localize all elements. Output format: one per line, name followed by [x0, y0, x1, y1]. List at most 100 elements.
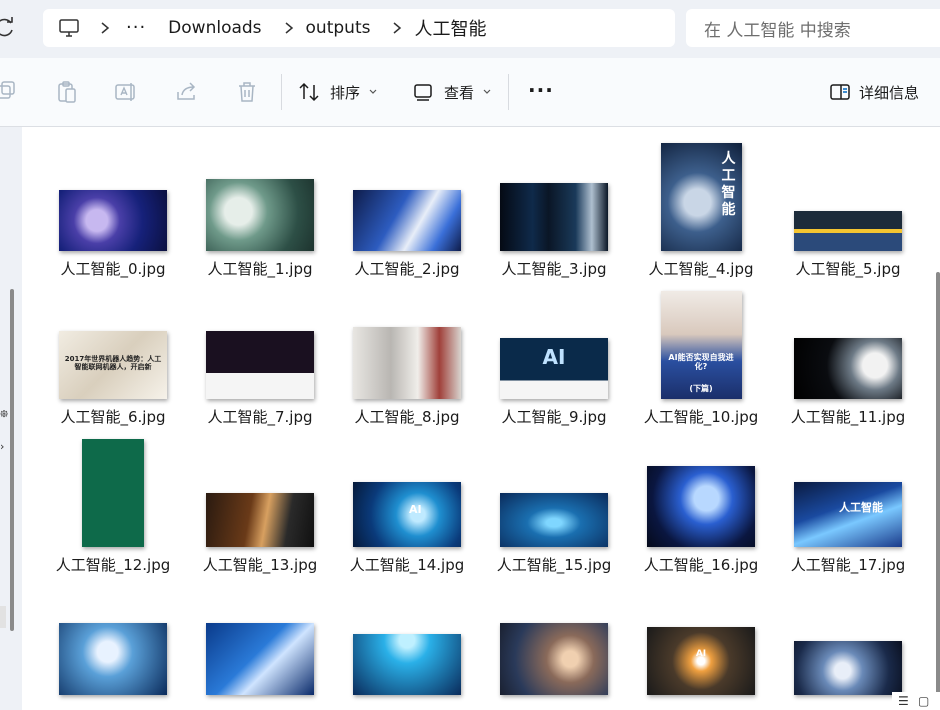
view-dropdown[interactable]: 查看	[412, 78, 492, 106]
thumbnail-caption: AI	[409, 503, 422, 516]
sort-label: 排序	[330, 83, 361, 102]
file-name: 人工智能_17.jpg	[790, 556, 906, 574]
thumbnail-caption: 2017年世界机器人趋势：人工智能联网机器人，开启新	[64, 355, 162, 372]
file-item[interactable]: AI能否实现自我进化? (下篇) 人工智能_10.jpg	[637, 287, 765, 427]
file-name: 人工智能_8.jpg	[354, 408, 460, 426]
file-item[interactable]: 人工智能_13.jpg	[196, 435, 324, 575]
thumbnail-caption-2: (下篇)	[689, 384, 713, 393]
image-thumbnail: AI	[353, 482, 461, 547]
chevron-right-icon	[393, 22, 402, 34]
view-toggle-bar: ☰ ▢	[892, 692, 940, 710]
breadcrumb-outputs[interactable]: outputs	[306, 18, 371, 38]
file-item[interactable]: AI 人工智能_14.jpg	[343, 435, 471, 575]
file-item[interactable]: 人工智能_1.jpg	[196, 139, 324, 279]
image-thumbnail	[59, 190, 167, 251]
file-name: 人工智能_11.jpg	[790, 408, 906, 426]
chevron-right-icon	[285, 22, 293, 34]
file-item[interactable]	[49, 583, 177, 710]
thumbnail-caption: AI	[542, 345, 566, 369]
image-thumbnail: AI	[647, 627, 755, 695]
nav-item[interactable]	[0, 606, 6, 628]
nav-expand-icon[interactable]: ›	[0, 440, 4, 453]
more-options-button[interactable]: ···	[528, 80, 554, 100]
file-item[interactable]: 人工智能_8.jpg	[343, 287, 471, 427]
file-name: 人工智能_2.jpg	[354, 260, 460, 278]
file-item[interactable]: 人工智能 人工智能_17.jpg	[784, 435, 912, 575]
sort-icon	[299, 82, 319, 102]
view-label: 查看	[444, 83, 475, 102]
image-thumbnail: 2017年世界机器人趋势：人工智能联网机器人，开启新	[59, 331, 167, 399]
image-thumbnail	[59, 623, 167, 695]
file-name: 人工智能_0.jpg	[60, 260, 166, 278]
file-name: 人工智能_15.jpg	[496, 556, 612, 574]
breadcrumb[interactable]: ··· Downloads outputs 人工智能	[43, 9, 675, 47]
refresh-icon[interactable]	[0, 17, 16, 39]
breadcrumb-overflow-button[interactable]: ···	[126, 19, 146, 37]
file-name: 人工智能_5.jpg	[795, 260, 901, 278]
breadcrumb-current-folder[interactable]: 人工智能	[414, 15, 486, 41]
thumbnail-caption: 人工智能	[721, 151, 736, 218]
large-icons-view-icon[interactable]: ▢	[918, 694, 929, 708]
copy-icon	[0, 81, 15, 99]
search-placeholder: 在 人工智能 中搜索	[704, 20, 851, 41]
file-name: 人工智能_16.jpg	[643, 556, 759, 574]
file-item[interactable]: AI	[637, 583, 765, 710]
breadcrumb-downloads[interactable]: Downloads	[168, 18, 261, 38]
sort-dropdown[interactable]: 排序	[298, 78, 378, 106]
file-item[interactable]: 人工智能_16.jpg	[637, 435, 765, 575]
toolbar-divider	[281, 74, 282, 110]
file-item[interactable]: 人工智能_2.jpg	[343, 139, 471, 279]
rename-button[interactable]	[114, 80, 138, 104]
file-item[interactable]: AI 人工智能_9.jpg	[490, 287, 618, 427]
file-item[interactable]: 人工智能 人工智能_4.jpg	[637, 139, 765, 279]
paste-button[interactable]	[55, 80, 79, 104]
file-view[interactable]: 人工智能_0.jpg 人工智能_1.jpg 人工智能_2.jpg 人工智能_3.…	[22, 127, 940, 710]
image-thumbnail: AI	[500, 338, 608, 399]
chevron-down-icon	[483, 89, 491, 94]
file-item[interactable]: 人工智能_12.jpg	[49, 435, 177, 575]
file-item[interactable]	[196, 583, 324, 710]
file-item[interactable]: 人工智能_3.jpg	[490, 139, 618, 279]
details-pane-button[interactable]: 详细信息	[829, 78, 919, 106]
thumbnail-caption: AI能否实现自我进化?	[668, 353, 734, 372]
file-name: 人工智能_12.jpg	[55, 556, 171, 574]
image-thumbnail	[647, 466, 755, 547]
file-item[interactable]: 人工智能_7.jpg	[196, 287, 324, 427]
file-item[interactable]	[490, 583, 618, 710]
vertical-scrollbar[interactable]	[936, 272, 940, 710]
paste-icon	[58, 81, 76, 103]
file-item[interactable]: 人工智能_0.jpg	[49, 139, 177, 279]
navigation-scrollbar[interactable]	[10, 289, 14, 631]
command-bar: 排序 查看 ··· 详细信息	[0, 58, 940, 127]
toolbar-divider	[508, 74, 509, 110]
file-item[interactable]: 人工智能_15.jpg	[490, 435, 618, 575]
image-thumbnail	[500, 623, 608, 695]
image-thumbnail	[794, 338, 902, 399]
file-item[interactable]	[784, 583, 912, 710]
search-input[interactable]: 在 人工智能 中搜索	[686, 9, 940, 47]
file-item[interactable]: 人工智能_11.jpg	[784, 287, 912, 427]
file-item[interactable]: 2017年世界机器人趋势：人工智能联网机器人，开启新 人工智能_6.jpg	[49, 287, 177, 427]
this-pc-icon[interactable]	[58, 17, 80, 39]
thumbnail-caption: 人工智能	[839, 501, 883, 514]
file-item[interactable]: 人工智能_5.jpg	[784, 139, 912, 279]
file-name: 人工智能_4.jpg	[648, 260, 754, 278]
image-thumbnail	[794, 211, 902, 251]
file-name: 人工智能_3.jpg	[501, 260, 607, 278]
delete-button[interactable]	[235, 80, 259, 104]
file-name: 人工智能_9.jpg	[501, 408, 607, 426]
image-thumbnail	[353, 190, 461, 251]
share-button[interactable]	[175, 80, 199, 104]
file-name: 人工智能_1.jpg	[207, 260, 313, 278]
details-view-icon[interactable]: ☰	[898, 694, 909, 708]
image-thumbnail	[500, 493, 608, 547]
image-thumbnail	[353, 327, 461, 399]
trash-icon	[239, 82, 255, 102]
file-name: 人工智能_7.jpg	[207, 408, 313, 426]
copy-button[interactable]	[0, 80, 16, 104]
file-item[interactable]	[343, 583, 471, 710]
image-thumbnail	[82, 439, 144, 547]
details-pane-icon	[830, 84, 850, 100]
image-thumbnail	[353, 634, 461, 695]
thumbnail-caption: AI	[695, 649, 707, 659]
